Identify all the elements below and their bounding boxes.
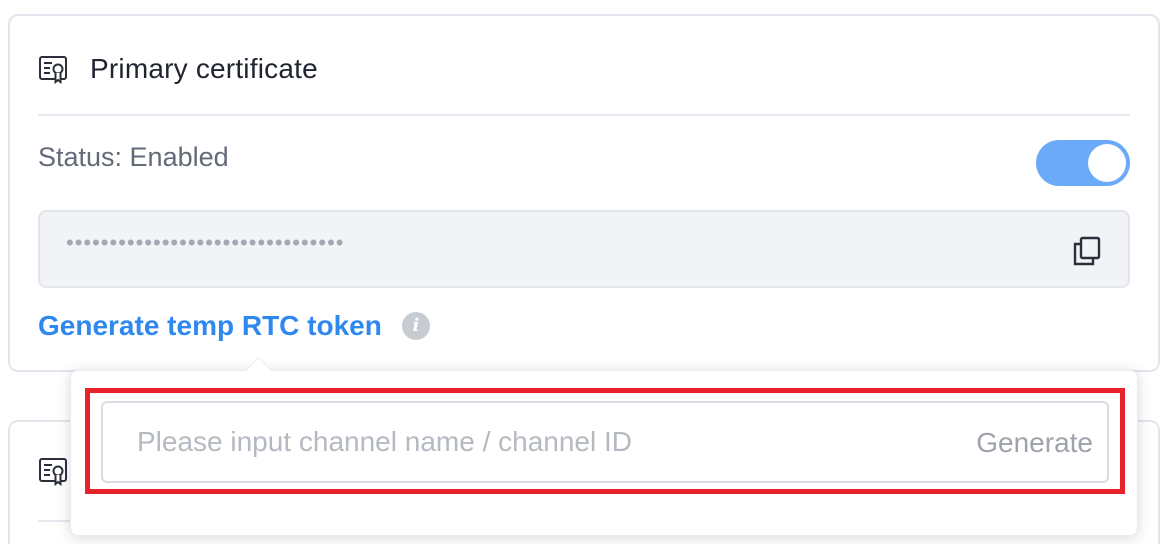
primary-certificate-card: Primary certificate Status: Enabled ••••… — [8, 14, 1160, 372]
card-header: Primary certificate — [38, 50, 318, 88]
masked-secret: •••••••••••••••••••••••••••••••• — [66, 230, 345, 255]
token-row: Generate temp RTC token i — [38, 310, 430, 342]
copy-icon[interactable] — [1070, 234, 1104, 268]
certificate-icon — [39, 458, 67, 486]
status-toggle[interactable] — [1036, 140, 1130, 186]
generate-button[interactable]: Generate — [976, 427, 1093, 459]
channel-name-input[interactable] — [103, 403, 923, 481]
status-label: Status: Enabled — [38, 142, 229, 172]
info-icon[interactable]: i — [401, 312, 430, 340]
certificate-secret-field: •••••••••••••••••••••••••••••••• — [38, 210, 1130, 288]
card-title: Primary certificate — [90, 53, 318, 84]
certificate-settings-page: Primary certificate Status: Enabled ••••… — [0, 0, 1170, 544]
channel-input-group: Generate — [101, 401, 1109, 483]
certificate-icon — [39, 56, 67, 84]
card-divider — [38, 114, 1130, 116]
toggle-knob — [1088, 144, 1126, 182]
token-popover: Generate — [70, 357, 1138, 536]
generate-temp-token-link[interactable]: Generate temp RTC token — [38, 310, 382, 342]
